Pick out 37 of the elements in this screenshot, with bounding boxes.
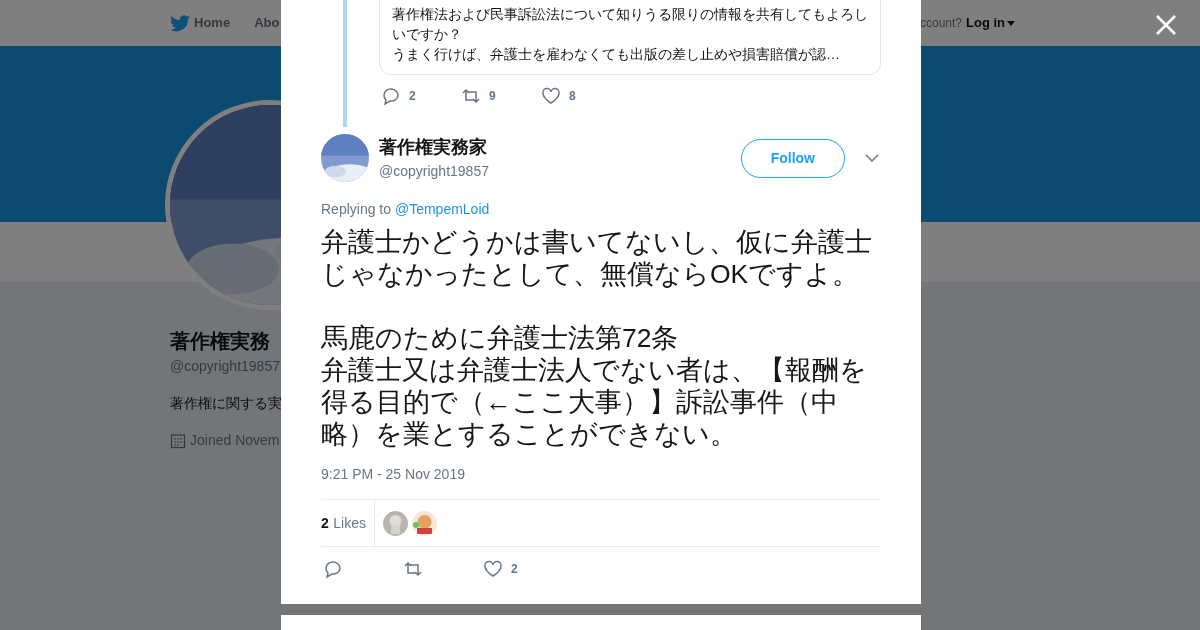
nav-link[interactable]: Abo xyxy=(254,13,280,33)
speech-bubble-icon[interactable] xyxy=(381,86,401,106)
quoted-tweet-line: 著作権法および民事訴訟法について知りうる限りの情報を共有してもよろし xyxy=(392,5,868,24)
nav-link[interactable]: Home xyxy=(194,13,231,33)
chevron-down-icon[interactable] xyxy=(865,154,879,162)
action-count: 9 xyxy=(489,88,496,105)
tweet-timestamp: 9:21 PM - 25 Nov 2019 xyxy=(321,465,466,484)
action-count: 2 xyxy=(409,88,416,105)
quoted-tweet-card[interactable]: 著作権法および民事訴訟法について知りうる限りの情報を共有してもよろし いですか？ うまく行けば、弁護士を雇わなくても出版の差し止めや損害賠償が認… xyxy=(379,0,881,75)
likes-count: 2 Likes xyxy=(321,500,375,546)
caret-icon[interactable] xyxy=(1007,20,1015,26)
profile-name: 著作権実務 xyxy=(170,329,270,354)
calendar-icon xyxy=(170,432,186,449)
tweet-text: 弁護士又は弁護士法人でない者は、【報酬を得る目的で（←ここ大事）】訴訟事件（中略）を業とすることができない。 xyxy=(321,354,868,450)
close-icon xyxy=(1154,12,1178,37)
follow-button[interactable]: Follow xyxy=(740,138,845,178)
account-prompt: ccount? xyxy=(919,15,962,32)
action-count: 2 xyxy=(511,561,518,578)
author-name: 著作権実務家 xyxy=(379,136,488,159)
profile-handle: @copyright19857 xyxy=(170,357,280,376)
retweet-icon[interactable] xyxy=(461,86,481,106)
close-button[interactable] xyxy=(1154,12,1178,37)
bird-icon xyxy=(170,14,190,32)
quoted-tweet-line: いですか？ xyxy=(392,25,463,44)
profile-bio: 著作権に関する実 xyxy=(170,394,282,413)
tweet-text: 馬鹿のために弁護士法第72条 xyxy=(321,322,680,354)
login-link[interactable]: Log in xyxy=(966,13,1015,33)
heart-icon[interactable] xyxy=(483,559,503,579)
heart-icon[interactable] xyxy=(541,86,561,106)
joined-date: Joined Novem xyxy=(190,431,280,450)
action-count: 8 xyxy=(569,88,576,105)
quoted-tweet-line: うまく行けば、弁護士を雇わなくても出版の差し止めや損害賠償が認… xyxy=(392,45,841,64)
mention-link[interactable]: @TempemLoid xyxy=(394,201,490,217)
retweet-icon[interactable] xyxy=(403,559,423,579)
speech-bubble-icon[interactable] xyxy=(323,559,343,579)
author-handle: @copyright19857 xyxy=(379,162,489,181)
tweet-text: 弁護士かどうかは書いてないし、仮に弁護士じゃなかったとして、無償ならOKですよ。 xyxy=(321,226,873,290)
